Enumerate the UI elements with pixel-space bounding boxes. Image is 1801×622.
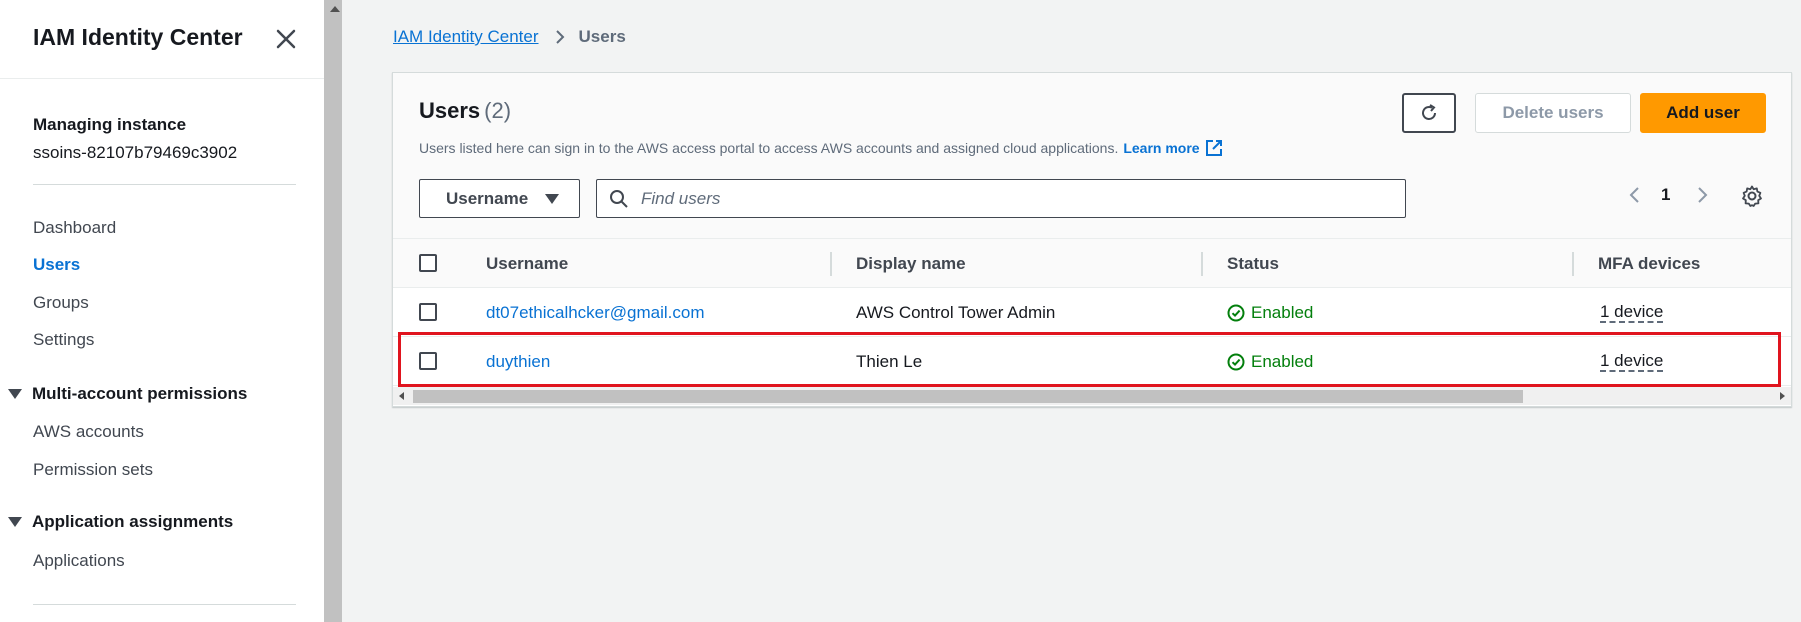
sidebar-item-dashboard[interactable]: Dashboard bbox=[33, 218, 116, 238]
external-link-icon[interactable] bbox=[1205, 139, 1223, 157]
status-cell: Enabled bbox=[1227, 337, 1313, 386]
breadcrumb-link-iam-identity-center[interactable]: IAM Identity Center bbox=[393, 27, 539, 47]
status-cell: Enabled bbox=[1227, 288, 1313, 337]
refresh-icon bbox=[1422, 104, 1436, 120]
caret-down-icon bbox=[545, 193, 559, 204]
sidebar-item-aws-accounts[interactable]: AWS accounts bbox=[33, 422, 144, 442]
managing-instance-value: ssoins-82107b79469c3902 bbox=[33, 143, 238, 162]
property-filter-select[interactable]: Username bbox=[419, 179, 580, 218]
caret-down-icon bbox=[8, 517, 22, 527]
column-header-username[interactable]: Username bbox=[486, 239, 568, 288]
scroll-right-arrow-icon[interactable] bbox=[1780, 392, 1785, 400]
sidebar-item-permission-sets[interactable]: Permission sets bbox=[33, 460, 153, 480]
highlight-box bbox=[398, 332, 1781, 387]
column-header-mfa-devices[interactable]: MFA devices bbox=[1598, 239, 1700, 288]
display-name-cell: AWS Control Tower Admin bbox=[856, 302, 1056, 322]
column-resizer[interactable] bbox=[830, 252, 832, 276]
learn-more-link[interactable]: Learn more bbox=[1123, 140, 1199, 156]
breadcrumb-current: Users bbox=[578, 27, 626, 46]
pagination: 1 bbox=[1627, 185, 1710, 205]
description-text: Users listed here can sign in to the AWS… bbox=[419, 140, 1119, 156]
users-panel-header: Users (2) Users listed here can sign in t… bbox=[393, 73, 1791, 239]
users-count: (2) bbox=[484, 98, 512, 123]
sidebar-divider bbox=[33, 184, 296, 185]
status-badge: Enabled bbox=[1251, 351, 1314, 371]
close-icon[interactable] bbox=[273, 26, 299, 52]
sidebar-item-users[interactable]: Users bbox=[33, 255, 80, 275]
chevron-right-icon bbox=[555, 30, 564, 44]
gear-icon[interactable] bbox=[1740, 184, 1764, 208]
scroll-left-arrow-icon[interactable] bbox=[399, 392, 404, 400]
scroll-up-arrow-icon[interactable] bbox=[330, 6, 340, 12]
sidebar-item-settings[interactable]: Settings bbox=[33, 330, 94, 350]
column-header-status[interactable]: Status bbox=[1227, 239, 1279, 288]
panel-title-text: Users bbox=[419, 98, 481, 123]
panel-description: Users listed here can sign in to the AWS… bbox=[419, 139, 1223, 157]
sidebar-section-label: Multi-account permissions bbox=[32, 384, 248, 403]
mfa-cell: 1 device bbox=[1600, 288, 1664, 337]
sidebar-item-applications[interactable]: Applications bbox=[33, 551, 125, 571]
column-resizer[interactable] bbox=[1201, 252, 1203, 276]
mfa-cell: 1 device bbox=[1600, 337, 1664, 386]
users-table-container: Users (2) Users listed here can sign in t… bbox=[392, 72, 1792, 407]
scrollbar-thumb[interactable] bbox=[413, 390, 1523, 403]
table-row[interactable]: dt07ethicalhcker@gmail.com AWS Control T… bbox=[393, 288, 1791, 337]
table-header: Username Display name Status MFA devices bbox=[393, 239, 1791, 288]
username-link[interactable]: duythien bbox=[486, 337, 550, 386]
search-icon bbox=[610, 189, 628, 208]
page-title: Users (2) bbox=[419, 98, 511, 124]
side-navigation: IAM Identity Center Managing instance ss… bbox=[0, 0, 324, 622]
table-row[interactable]: duythien Thien Le Enabled 1 device bbox=[393, 332, 1791, 387]
sidebar-header: IAM Identity Center bbox=[0, 0, 324, 79]
sidebar-section-application-assignments[interactable]: Application assignments bbox=[8, 512, 233, 532]
sidebar-section-multi-account-permissions[interactable]: Multi-account permissions bbox=[8, 384, 247, 404]
row-checkbox[interactable] bbox=[419, 352, 437, 370]
column-header-display-name[interactable]: Display name bbox=[856, 239, 966, 288]
mfa-devices-popover[interactable]: 1 device bbox=[1600, 351, 1664, 372]
delete-users-button[interactable]: Delete users bbox=[1475, 93, 1631, 133]
sidebar-scrollbar[interactable] bbox=[324, 0, 342, 622]
check-circle-icon bbox=[1227, 353, 1245, 370]
breadcrumb: IAM Identity Center Users bbox=[393, 27, 626, 47]
check-circle-icon bbox=[1227, 304, 1245, 321]
chevron-left-icon[interactable] bbox=[1627, 185, 1641, 205]
refresh-button[interactable] bbox=[1402, 93, 1456, 133]
select-all-checkbox[interactable] bbox=[419, 254, 437, 272]
sidebar-item-groups[interactable]: Groups bbox=[33, 293, 89, 313]
page-number[interactable]: 1 bbox=[1661, 185, 1670, 205]
search-input[interactable] bbox=[641, 188, 1381, 209]
add-user-button[interactable]: Add user bbox=[1640, 93, 1766, 133]
status-badge: Enabled bbox=[1251, 302, 1314, 322]
managing-instance-label: Managing instance bbox=[33, 115, 187, 134]
column-resizer[interactable] bbox=[1572, 252, 1574, 276]
caret-down-icon bbox=[8, 389, 22, 399]
display-name-cell: Thien Le bbox=[856, 351, 923, 371]
chevron-right-icon[interactable] bbox=[1696, 185, 1710, 205]
search-box[interactable] bbox=[596, 179, 1406, 218]
row-checkbox[interactable] bbox=[419, 303, 437, 321]
username-link[interactable]: dt07ethicalhcker@gmail.com bbox=[486, 288, 705, 337]
property-filter-value: Username bbox=[446, 188, 529, 208]
sidebar-section-label: Application assignments bbox=[32, 512, 234, 531]
sidebar-divider bbox=[33, 604, 296, 605]
sidebar-title: IAM Identity Center bbox=[33, 24, 243, 50]
mfa-devices-popover[interactable]: 1 device bbox=[1600, 302, 1664, 323]
horizontal-scrollbar[interactable] bbox=[393, 387, 1791, 405]
